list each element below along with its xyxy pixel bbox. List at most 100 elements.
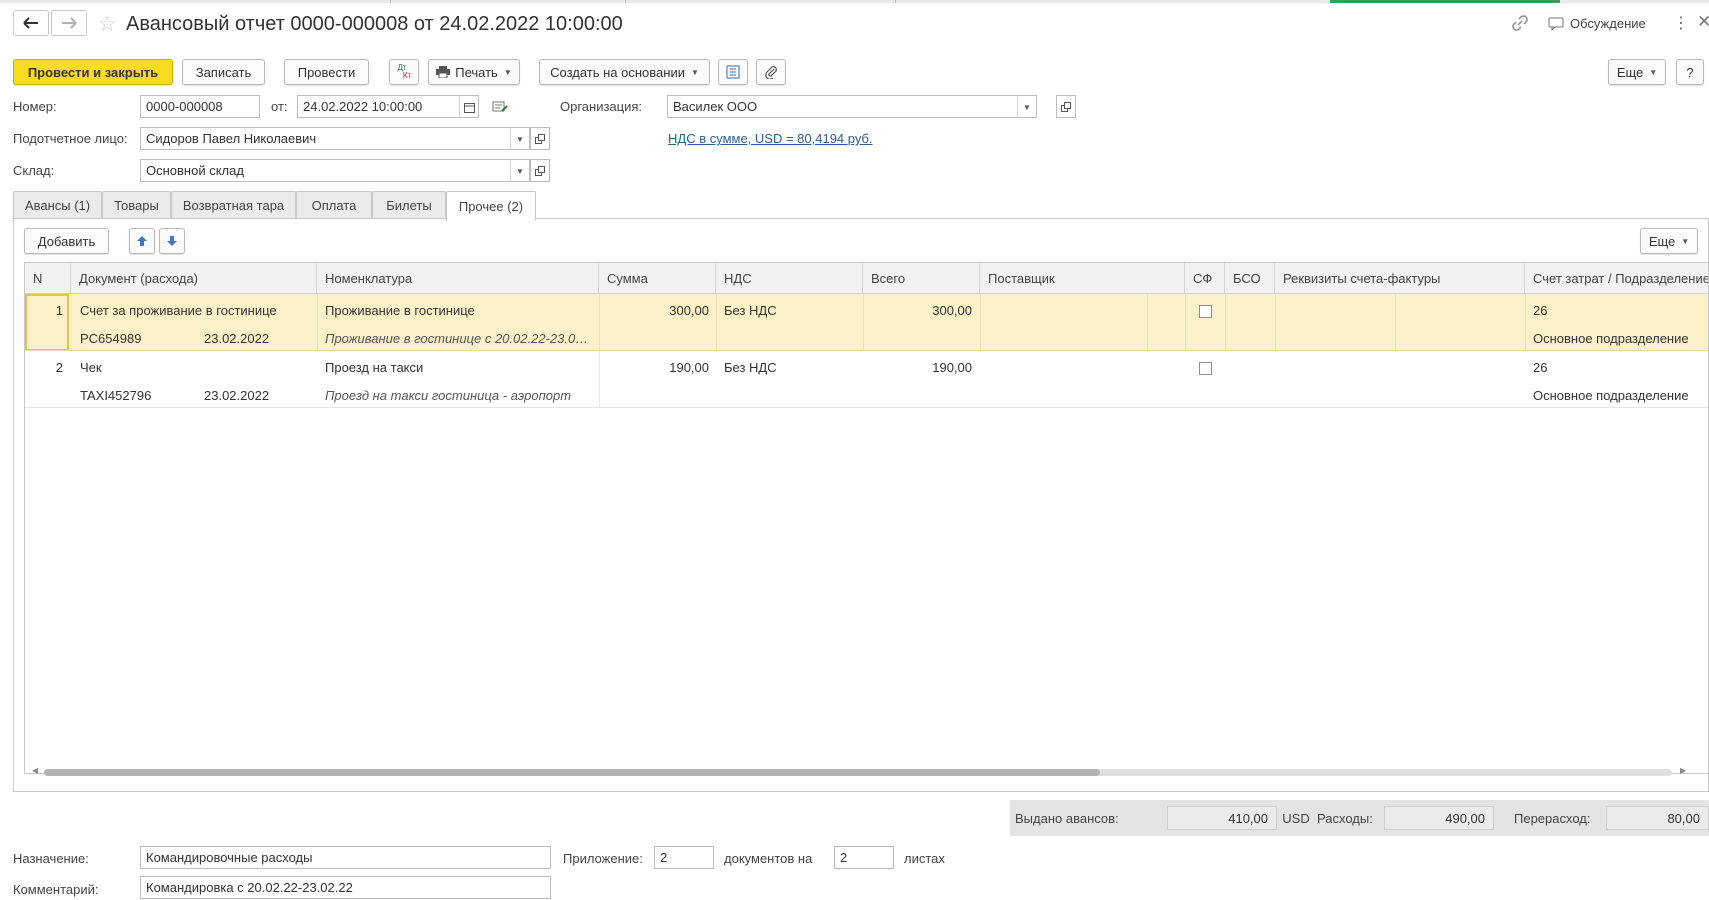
table-row[interactable]: 2 Чек TAXI452796 23.02.2022 Проезд на та… xyxy=(25,351,1708,408)
chevron-down-icon: ▼ xyxy=(1649,67,1658,77)
warehouse-field[interactable]: Основной склад ▼ xyxy=(140,159,530,182)
structure-button[interactable] xyxy=(718,59,748,85)
item-name: Проезд на такси xyxy=(325,360,424,375)
print-button[interactable]: Печать ▼ xyxy=(428,59,520,85)
close-icon[interactable]: ✕ xyxy=(1697,12,1709,32)
attachment-sheets-field[interactable]: 2 xyxy=(834,846,894,869)
organization-label: Организация: xyxy=(560,99,643,114)
expenses-label: Расходы: xyxy=(1317,811,1373,826)
tab-goods[interactable]: Товары xyxy=(102,191,171,219)
tab-payment[interactable]: Оплата xyxy=(296,191,372,219)
purpose-field[interactable]: Командировочные расходы xyxy=(140,846,551,869)
header-invoice-details[interactable]: Реквизиты счета-фактуры xyxy=(1275,263,1525,293)
item-name: Проживание в гостинице xyxy=(325,303,475,318)
invoice-checkbox[interactable] xyxy=(1199,305,1212,318)
vat-rate-link[interactable]: НДС в сумме, USD = 80,4194 руб. xyxy=(668,131,873,146)
dt-kt-button[interactable]: Дт Кт xyxy=(389,59,419,85)
doc-date: 23.02.2022 xyxy=(204,331,270,346)
favorite-star-icon[interactable]: ☆ xyxy=(98,12,117,37)
print-label: Печать xyxy=(455,64,498,80)
header-sum[interactable]: Сумма xyxy=(599,263,716,293)
link-icon[interactable] xyxy=(1512,15,1528,34)
forward-button[interactable] xyxy=(51,10,87,36)
header-document[interactable]: Документ (расхода) xyxy=(71,263,317,293)
tab-advances[interactable]: Авансы (1) xyxy=(13,191,102,219)
arrow-up-icon xyxy=(137,236,147,246)
chevron-down-icon[interactable]: ▼ xyxy=(1017,96,1036,117)
doc-name: Чек xyxy=(80,360,102,375)
create-based-on-button[interactable]: Создать на основании ▼ xyxy=(539,59,710,85)
header-invoice-flag[interactable]: СФ xyxy=(1185,263,1225,293)
organization-field[interactable]: Василек ООО ▼ xyxy=(667,95,1037,118)
vat-value: Без НДС xyxy=(724,360,777,375)
warehouse-label: Склад: xyxy=(13,163,55,178)
tab-tickets[interactable]: Билеты xyxy=(372,191,446,219)
header-n[interactable]: N xyxy=(25,263,71,293)
page-title: Авансовый отчет 0000-000008 от 24.02.202… xyxy=(126,13,623,35)
header-total[interactable]: Всего xyxy=(863,263,980,293)
date-field[interactable]: 24.02.2022 10:00:00 xyxy=(297,95,479,118)
number-label: Номер: xyxy=(13,99,57,114)
chevron-down-icon[interactable]: ▼ xyxy=(510,160,529,181)
window-tab-strip xyxy=(0,0,1709,3)
header-vat[interactable]: НДС xyxy=(716,263,863,293)
doc-number: TAXI452796 xyxy=(80,388,152,403)
move-up-button[interactable] xyxy=(129,228,155,254)
add-button[interactable]: Добавить xyxy=(24,228,109,254)
open-icon[interactable] xyxy=(1056,95,1076,118)
table-more-button[interactable]: Еще ▼ xyxy=(1640,228,1698,254)
attach-button[interactable] xyxy=(756,59,786,85)
attachment-docs-field[interactable]: 2 xyxy=(654,846,714,869)
horizontal-scrollbar[interactable]: ◀ ▶ xyxy=(30,766,1690,778)
move-down-button[interactable] xyxy=(159,228,185,254)
scrollbar-thumb[interactable] xyxy=(44,769,1100,776)
header-cost-account[interactable]: Счет затрат / Подразделение xyxy=(1525,263,1708,293)
post-and-close-button[interactable]: Провести и закрыть xyxy=(13,59,173,85)
structure-icon xyxy=(726,65,740,79)
discussion-icon xyxy=(1548,17,1564,31)
invoice-checkbox[interactable] xyxy=(1199,362,1212,375)
table-row[interactable]: 1 Счет за проживание в гостинице PC65498… xyxy=(25,294,1708,351)
attachment-label: Приложение: xyxy=(563,851,643,866)
scroll-right-icon[interactable]: ▶ xyxy=(1680,766,1686,775)
currency-label: USD xyxy=(1282,811,1310,826)
warehouse-value: Основной склад xyxy=(146,163,244,178)
doc-name: Счет за проживание в гостинице xyxy=(80,303,277,318)
chevron-down-icon: ▼ xyxy=(1681,236,1690,246)
scroll-left-icon[interactable]: ◀ xyxy=(32,766,38,775)
expenses-value: 490,00 xyxy=(1384,806,1494,830)
chevron-down-icon[interactable]: ▼ xyxy=(510,128,529,149)
table-header: N Документ (расхода) Номенклатура Сумма … xyxy=(25,263,1708,294)
header-supplier[interactable]: Поставщик xyxy=(980,263,1185,293)
header-nomenclature[interactable]: Номенклатура xyxy=(317,263,599,293)
accountable-person-label: Подотчетное лицо: xyxy=(13,131,128,146)
comment-field[interactable]: Командировка с 20.02.22-23.02.22 xyxy=(140,876,551,899)
accountable-person-field[interactable]: Сидоров Павел Николаевич ▼ xyxy=(140,127,530,150)
open-icon[interactable] xyxy=(530,127,550,150)
forward-arrow-icon xyxy=(62,17,77,29)
header-bso[interactable]: БСО xyxy=(1225,263,1275,293)
doc-date: 23.02.2022 xyxy=(204,388,270,403)
create-based-label: Создать на основании xyxy=(550,64,685,80)
kebab-menu-icon[interactable]: ⋮ xyxy=(1673,13,1689,33)
calendar-icon[interactable] xyxy=(459,96,478,117)
vat-value: Без НДС xyxy=(724,303,777,318)
number-field[interactable]: 0000-000008 xyxy=(140,95,260,118)
accountable-person-value: Сидоров Павел Николаевич xyxy=(146,131,317,146)
cost-account: 26 xyxy=(1533,303,1548,318)
open-icon[interactable] xyxy=(530,159,550,182)
comment-label: Комментарий: xyxy=(13,882,99,897)
tab-other[interactable]: Прочее (2) xyxy=(446,191,536,221)
printer-icon xyxy=(436,66,451,78)
edit-document-icon[interactable] xyxy=(492,100,508,117)
more-button[interactable]: Еще ▼ xyxy=(1608,59,1666,85)
post-button[interactable]: Провести xyxy=(284,59,369,85)
discussion-button[interactable]: Обсуждение xyxy=(1548,16,1646,31)
back-button[interactable] xyxy=(13,10,49,36)
tab-returnable-packaging[interactable]: Возвратная тара xyxy=(171,191,296,219)
save-button[interactable]: Записать xyxy=(182,59,265,85)
item-description: Проживание в гостинице с 20.02.22-23.02.… xyxy=(325,331,595,346)
purpose-label: Назначение: xyxy=(13,851,89,866)
item-description: Проезд на такси гостиница - аэропорт xyxy=(325,388,572,403)
help-button[interactable]: ? xyxy=(1676,59,1704,85)
